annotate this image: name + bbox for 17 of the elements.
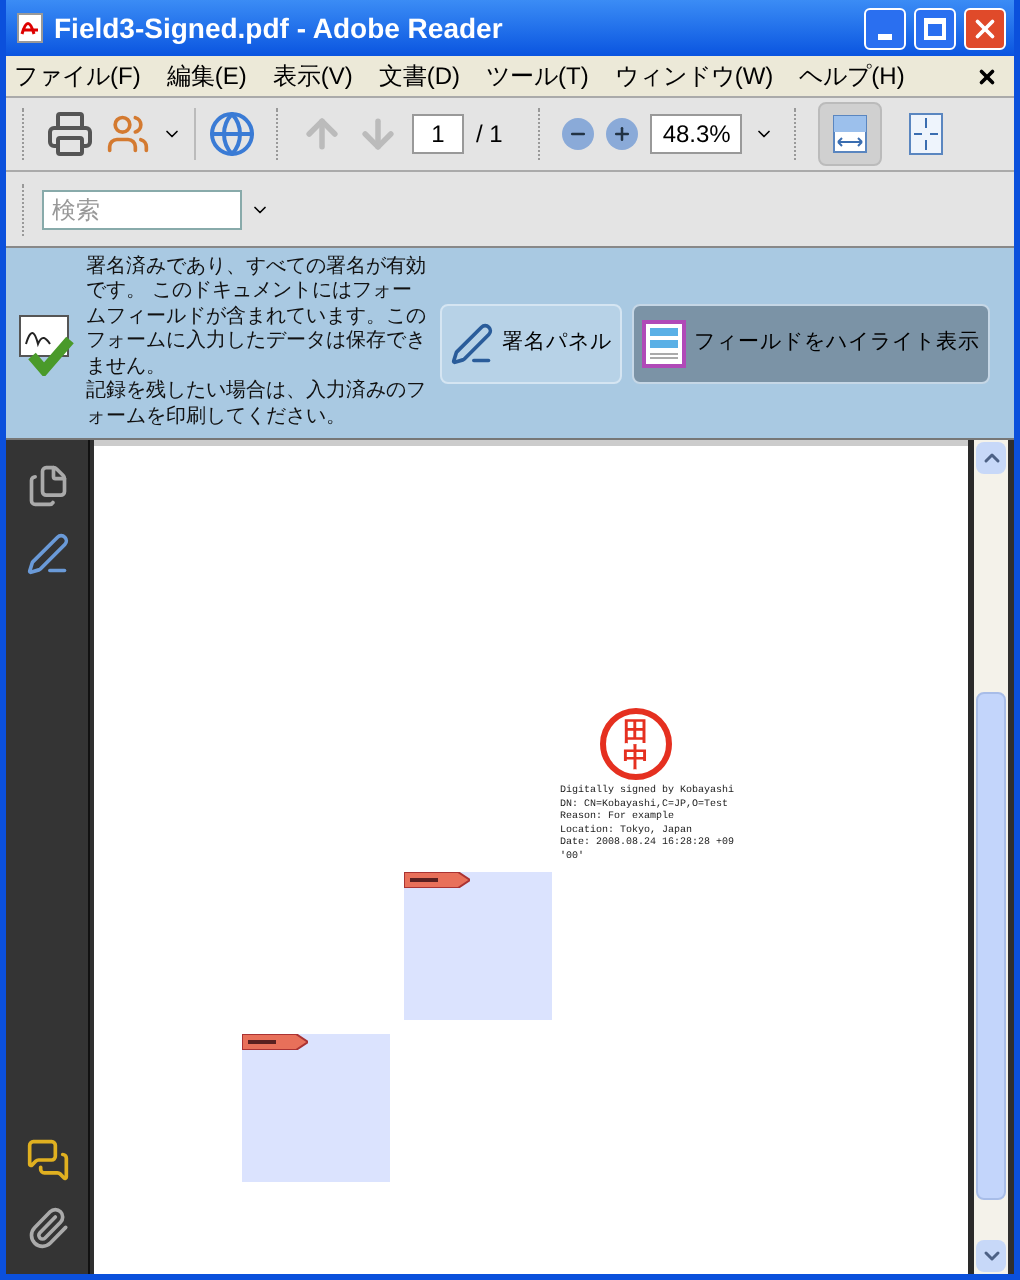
menu-item[interactable]: ファイル(F) <box>14 58 141 94</box>
menu-item[interactable]: 表示(V) <box>272 58 353 94</box>
zoom-field[interactable]: 48.3% <box>650 114 743 154</box>
seal-stamp: 田中 <box>600 708 672 780</box>
message-text: 記録を残したい場合は、入力済みのフォームを印刷してください。 <box>86 380 428 431</box>
message-text: 署名済みであり、すべての署名が有効です。 このドキュメントにはフォームフィールドが含まれています。このフォームに入力したデータは保存できません。 <box>86 255 428 379</box>
highlight-fields-button[interactable]: フィールドをハイライト表示 <box>632 303 990 383</box>
menu-item[interactable]: 文書(D) <box>378 58 460 94</box>
menu-item[interactable]: ウィンドウ(W) <box>614 58 774 94</box>
window-title: Field3-Signed.pdf - Adobe Reader <box>54 9 505 48</box>
page-total: / 1 <box>476 118 503 152</box>
menu-item[interactable]: ツール(T) <box>486 58 589 94</box>
page-number-field[interactable]: 1 <box>412 114 464 154</box>
menu-item[interactable]: ヘルプ(H) <box>799 58 905 94</box>
signature-panel-button[interactable]: 署名パネル <box>440 303 622 383</box>
search-field[interactable]: 検索 <box>42 189 242 229</box>
menu-item[interactable]: 編集(E) <box>166 58 247 94</box>
